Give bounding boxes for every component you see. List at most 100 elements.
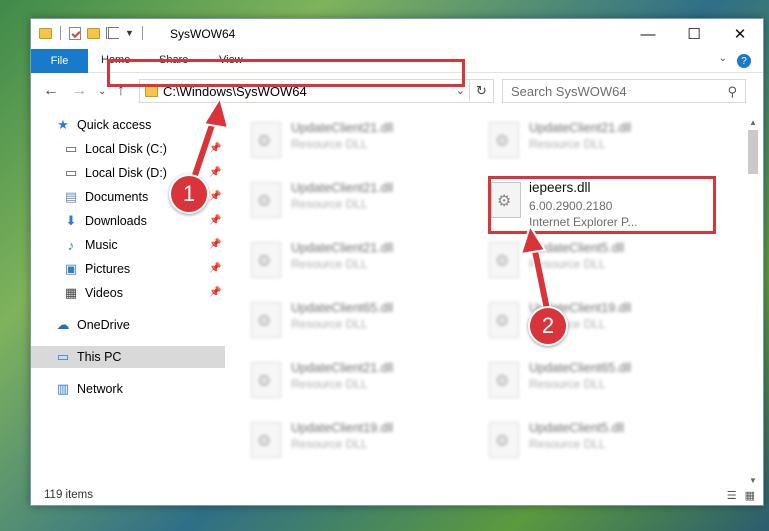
- scroll-thumb[interactable]: [748, 130, 758, 174]
- nav-label: Quick access: [77, 118, 152, 132]
- step-1-badge: 1: [169, 174, 209, 214]
- dll-file-icon: [489, 422, 519, 458]
- vertical-scrollbar[interactable]: ▲ ▼: [747, 116, 759, 486]
- list-item[interactable]: UpdateClient21.dll Resource DLL: [239, 356, 459, 406]
- close-button[interactable]: ✕: [717, 19, 763, 49]
- title-bar: ▼ SysWOW64 — ☐ ✕: [31, 19, 763, 49]
- nav-local-disk-d[interactable]: ▭ Local Disk (D:): [63, 162, 167, 184]
- dll-file-icon: [489, 242, 519, 278]
- step-2-badge: 2: [528, 306, 568, 346]
- back-icon[interactable]: ←: [43, 82, 59, 100]
- pin-icon[interactable]: 📌: [209, 143, 221, 154]
- videos-icon: ▦: [64, 285, 78, 300]
- nav-network[interactable]: ▥ Network: [55, 378, 123, 400]
- address-bar-highlight: [107, 59, 465, 87]
- dll-file-icon: [489, 302, 519, 338]
- pin-icon[interactable]: 📌: [209, 191, 221, 202]
- view-options-icon[interactable]: [106, 27, 119, 39]
- search-box[interactable]: ⚲: [502, 79, 746, 103]
- search-icon[interactable]: ⚲: [727, 84, 737, 100]
- nav-label: Pictures: [85, 262, 131, 276]
- customize-dropdown-icon[interactable]: ▼: [125, 28, 134, 38]
- documents-icon: ▤: [64, 189, 78, 204]
- toolbar-divider: [141, 26, 143, 40]
- list-item[interactable]: UpdateClient5.dll Resource DLL: [477, 236, 697, 286]
- dll-file-icon: [251, 302, 281, 338]
- dll-file-icon: [489, 122, 519, 158]
- ribbon-expand-icon[interactable]: ⌄: [719, 53, 727, 64]
- nav-music[interactable]: ♪ Music: [63, 234, 118, 256]
- list-item[interactable]: UpdateClient65.dll Resource DLL: [477, 356, 697, 406]
- nav-label: Documents: [85, 190, 149, 204]
- music-icon: ♪: [67, 237, 75, 253]
- nav-label: Music: [85, 238, 118, 252]
- pin-icon[interactable]: 📌: [209, 287, 221, 298]
- forward-icon[interactable]: →: [71, 82, 87, 100]
- search-input[interactable]: [511, 83, 711, 99]
- dll-file-icon: [251, 182, 281, 218]
- file-list: UpdateClient21.dll Resource DLL UpdateCl…: [239, 114, 739, 464]
- minimize-button[interactable]: —: [625, 19, 671, 49]
- pin-icon[interactable]: 📌: [209, 263, 221, 274]
- window-title: SysWOW64: [170, 27, 236, 41]
- large-icons-view-icon[interactable]: ▦: [745, 489, 755, 502]
- drive-icon: ▭: [64, 141, 78, 156]
- nav-label: Videos: [85, 286, 123, 300]
- dll-file-icon: [489, 362, 519, 398]
- dll-file-icon: [251, 242, 281, 278]
- dll-file-icon: [251, 122, 281, 158]
- folder-icon: [39, 27, 52, 39]
- nav-label: OneDrive: [77, 318, 130, 332]
- pin-icon[interactable]: 📌: [209, 239, 221, 250]
- nav-label: Local Disk (D:): [85, 166, 167, 180]
- list-item[interactable]: UpdateClient21.dll Resource DLL: [239, 176, 459, 226]
- help-button[interactable]: ?: [737, 54, 751, 68]
- nav-label: Local Disk (C:): [85, 142, 167, 156]
- new-folder-icon[interactable]: [87, 27, 100, 39]
- item-count: 119 items: [44, 489, 94, 501]
- navigation-pane: ★ Quick access ▭ Local Disk (C:) 📌 ▭ Loc…: [31, 114, 225, 464]
- star-icon: ★: [57, 117, 69, 132]
- view-toggle: ☰ ▦: [727, 489, 755, 502]
- nav-label: Downloads: [85, 214, 147, 228]
- window-controls: — ☐ ✕: [625, 19, 763, 49]
- nav-local-disk-c[interactable]: ▭ Local Disk (C:): [63, 138, 167, 160]
- nav-videos[interactable]: ▦ Videos: [63, 282, 123, 304]
- details-view-icon[interactable]: ☰: [727, 489, 737, 502]
- dll-file-icon: [251, 422, 281, 458]
- network-icon: ▥: [56, 381, 70, 396]
- status-bar: 119 items ☰ ▦: [31, 485, 763, 507]
- nav-label: This PC: [77, 350, 122, 364]
- computer-icon: ▭: [56, 349, 70, 364]
- list-item[interactable]: UpdateClient19.dll Resource DLL: [239, 416, 459, 464]
- cloud-icon: ☁: [56, 317, 70, 332]
- explorer-window: ▼ SysWOW64 — ☐ ✕ File Home Share View ⌄ …: [30, 18, 764, 506]
- pin-icon[interactable]: 📌: [209, 167, 221, 178]
- dll-file-icon: [251, 362, 281, 398]
- pin-icon[interactable]: 📌: [209, 215, 221, 226]
- nav-downloads[interactable]: ⬇ Downloads: [63, 210, 147, 232]
- list-item[interactable]: UpdateClient21.dll Resource DLL: [239, 236, 459, 286]
- list-item[interactable]: UpdateClient19.dll Resource DLL: [477, 296, 697, 346]
- quick-access-toolbar: ▼: [39, 26, 145, 40]
- nav-pictures[interactable]: ▣ Pictures: [63, 258, 130, 280]
- nav-label: Network: [77, 382, 123, 396]
- nav-documents[interactable]: ▤ Documents: [63, 186, 148, 208]
- maximize-button[interactable]: ☐: [671, 19, 717, 49]
- list-item[interactable]: UpdateClient21.dll Resource DLL: [239, 116, 459, 166]
- nav-quick-access[interactable]: ★ Quick access: [55, 114, 151, 136]
- scroll-up-icon[interactable]: ▲: [747, 116, 759, 128]
- list-item[interactable]: UpdateClient65.dll Resource DLL: [239, 296, 459, 346]
- pictures-icon: ▣: [64, 261, 78, 276]
- recent-locations-icon[interactable]: ⌄: [98, 86, 106, 97]
- properties-icon[interactable]: [69, 26, 81, 40]
- list-item[interactable]: UpdateClient5.dll Resource DLL: [477, 416, 697, 464]
- nav-onedrive[interactable]: ☁ OneDrive: [55, 314, 130, 336]
- toolbar-divider: [60, 26, 61, 40]
- tab-file[interactable]: File: [31, 49, 88, 73]
- nav-this-pc[interactable]: ▭ This PC: [31, 346, 225, 368]
- refresh-icon[interactable]: ↻: [469, 80, 493, 102]
- target-file-highlight: [488, 176, 716, 234]
- list-item[interactable]: UpdateClient21.dll Resource DLL: [477, 116, 697, 166]
- drive-icon: ▭: [64, 165, 78, 180]
